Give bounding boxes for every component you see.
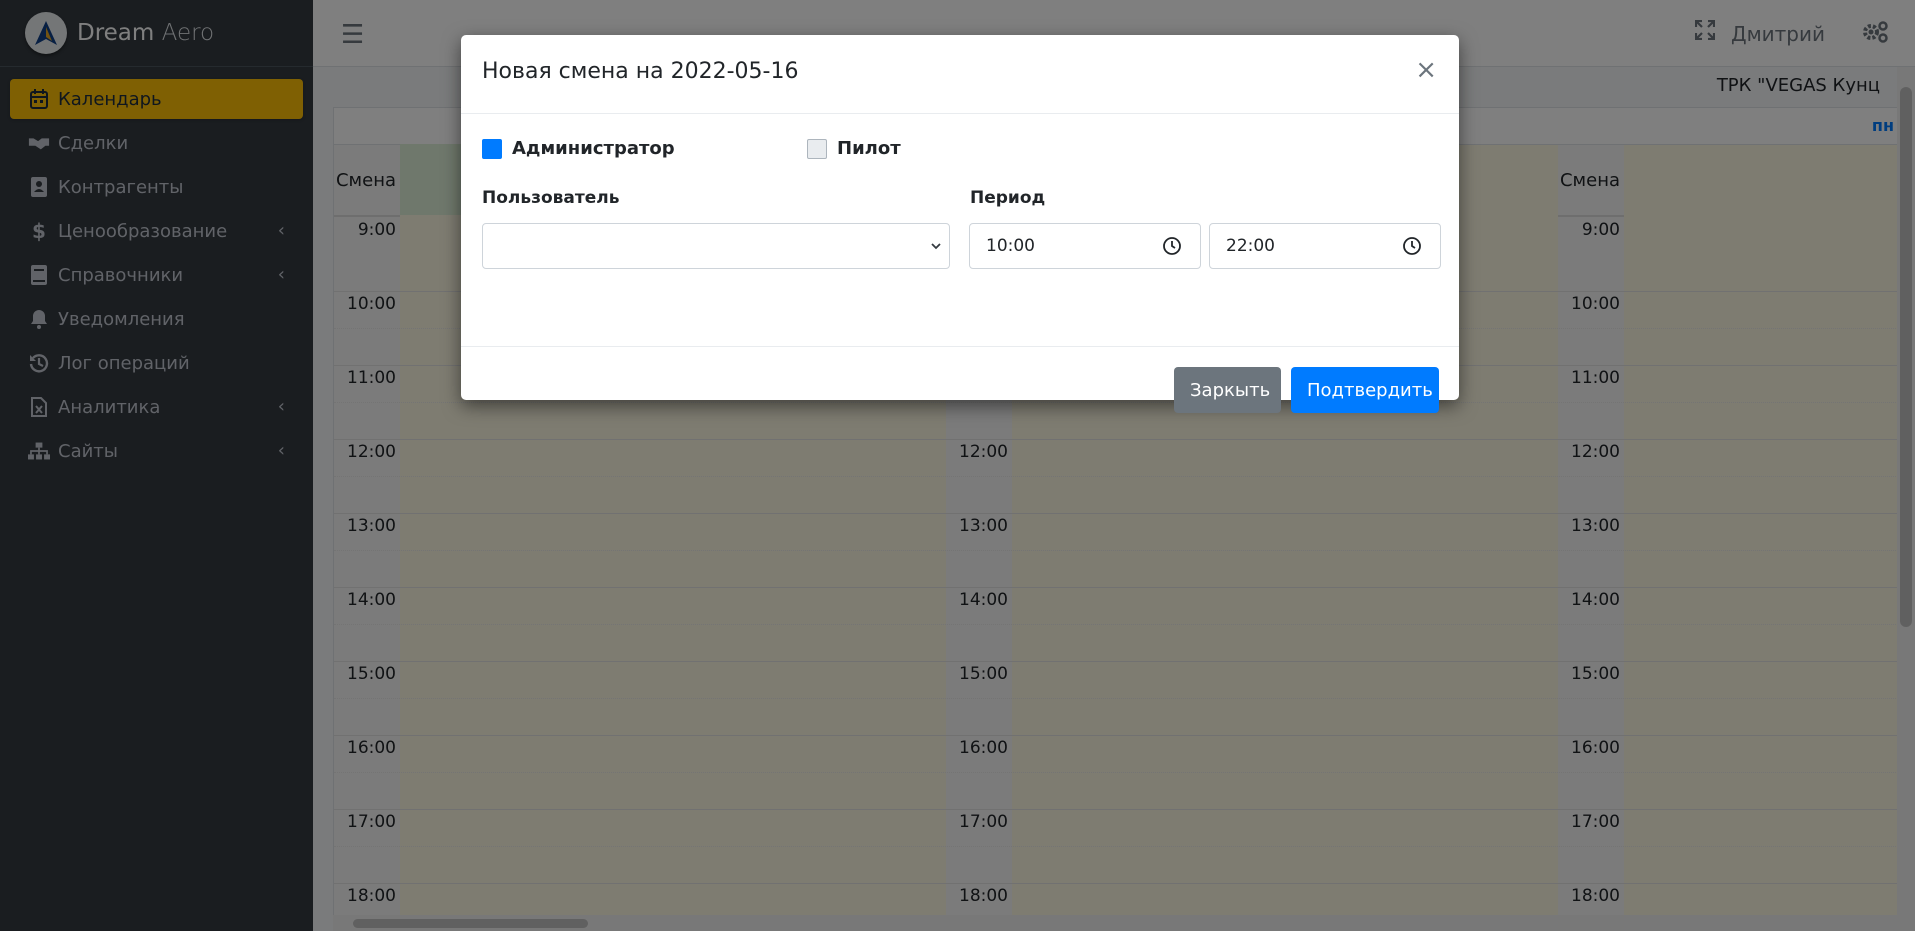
- role-administrator-checkbox[interactable]: Администратор: [482, 138, 675, 159]
- role-label: Пилот: [837, 138, 901, 159]
- checkbox-checked-icon[interactable]: [482, 138, 502, 159]
- modal-title: Новая смена на 2022-05-16: [482, 59, 799, 84]
- close-icon[interactable]: ×: [1415, 55, 1437, 85]
- clock-icon[interactable]: [1162, 236, 1182, 260]
- period-start-input[interactable]: 10:00: [969, 223, 1201, 269]
- user-select[interactable]: [482, 223, 950, 269]
- new-shift-modal: Новая смена на 2022-05-16 × Администрато…: [461, 35, 1459, 413]
- confirm-button[interactable]: Подтвердить: [1291, 367, 1439, 413]
- modal-header: Новая смена на 2022-05-16 ×: [461, 35, 1459, 114]
- clock-icon[interactable]: [1402, 236, 1422, 260]
- chevron-down-icon: [929, 238, 943, 257]
- checkbox-unchecked-icon[interactable]: [807, 138, 827, 159]
- user-field-label: Пользователь: [482, 188, 620, 208]
- period-end-input[interactable]: 22:00: [1209, 223, 1441, 269]
- role-pilot-checkbox[interactable]: Пилот: [807, 138, 901, 159]
- period-start-value: 10:00: [986, 236, 1035, 256]
- modal-footer: Заркыть Подтвердить: [461, 346, 1459, 413]
- period-field-label: Период: [970, 188, 1046, 208]
- close-button[interactable]: Заркыть: [1174, 367, 1281, 413]
- role-label: Администратор: [512, 138, 675, 159]
- period-end-value: 22:00: [1226, 236, 1275, 256]
- modal-body: Администратор Пилот Пользователь Период …: [461, 114, 1459, 346]
